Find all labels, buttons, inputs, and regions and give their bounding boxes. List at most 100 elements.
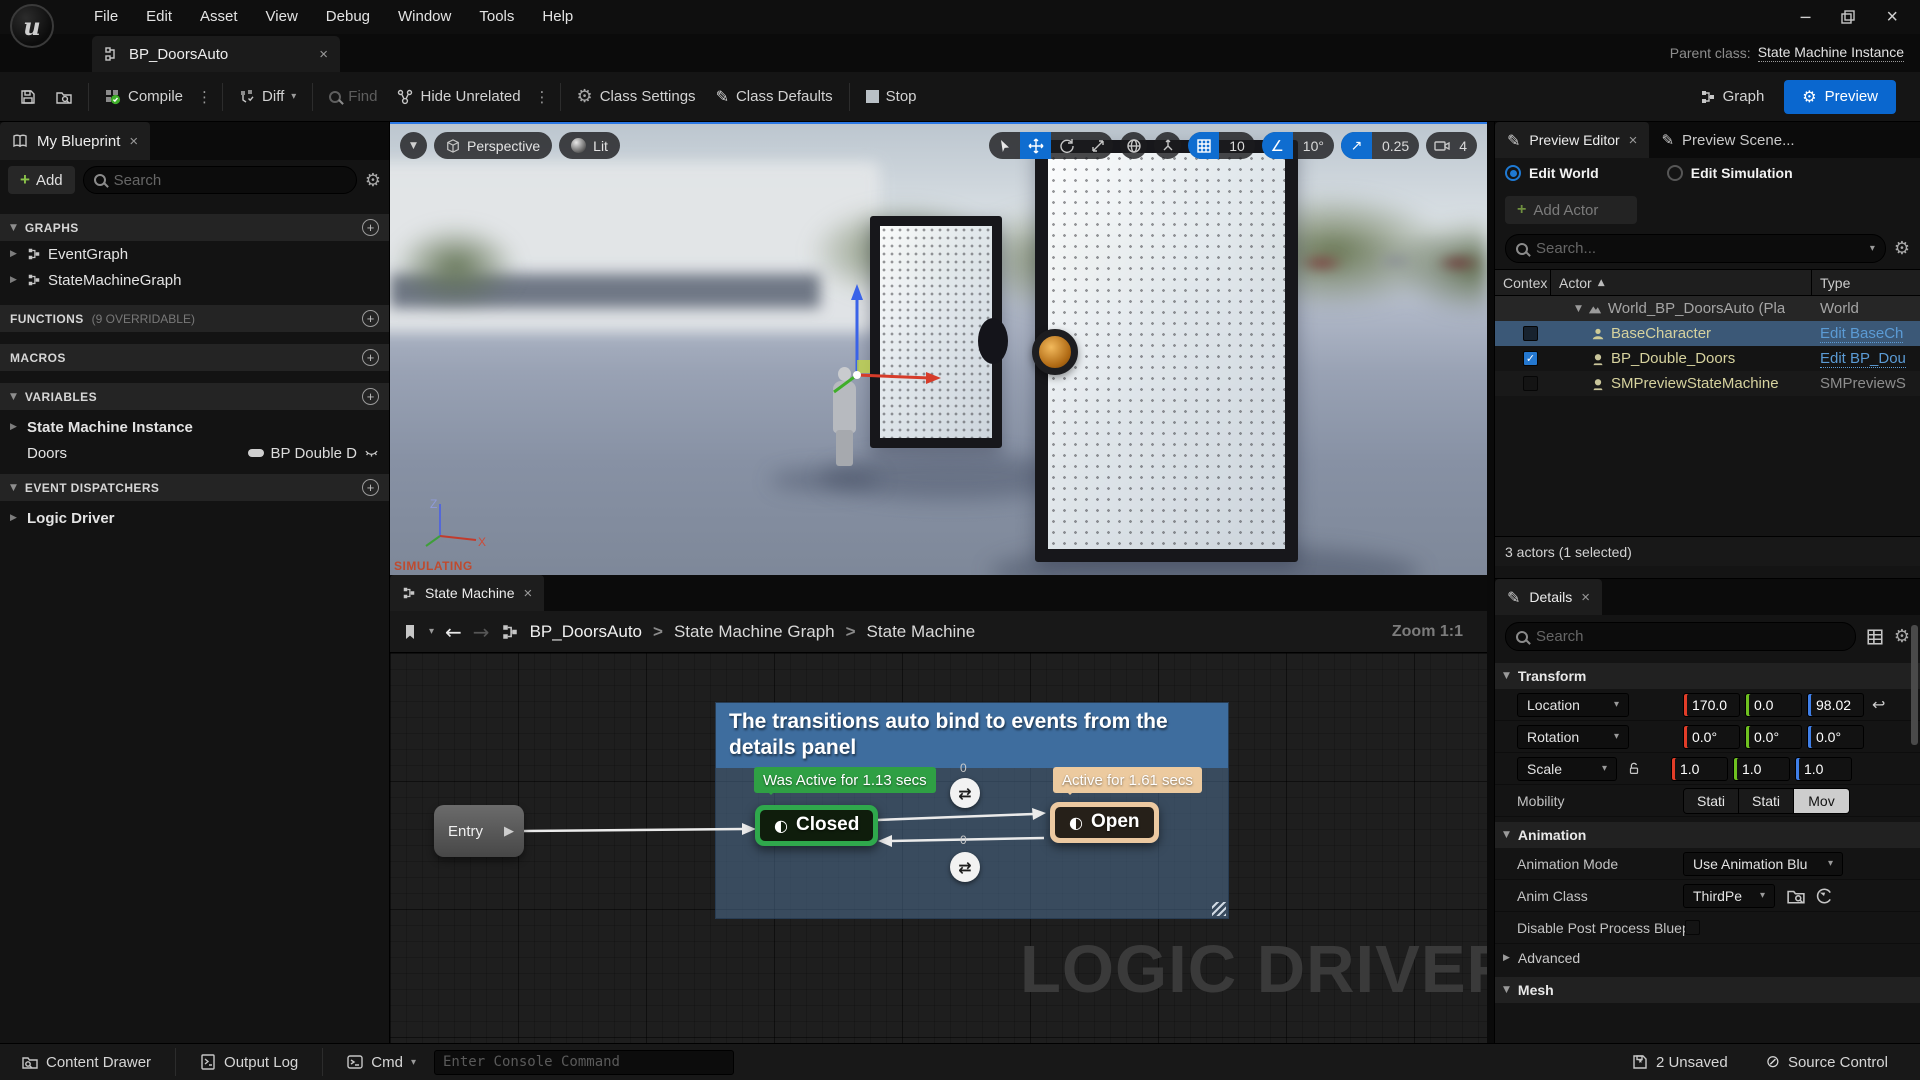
expand-icon[interactable]: ▶ — [10, 422, 20, 432]
add-graph-icon[interactable]: + — [362, 219, 379, 236]
blueprint-search[interactable] — [83, 166, 357, 194]
collapse-icon[interactable]: ▼ — [1503, 671, 1510, 681]
scale-dropdown[interactable]: Scale▾ — [1517, 757, 1617, 781]
details-settings-icon[interactable]: ⚙ — [1894, 626, 1910, 647]
tab-my-blueprint[interactable]: My Blueprint × — [0, 122, 150, 160]
edit-world-radio[interactable] — [1505, 165, 1521, 181]
lit-dropdown[interactable]: Lit — [559, 132, 620, 159]
angle-snap-toggle[interactable]: ∠ — [1262, 132, 1293, 159]
unlock-icon[interactable] — [1627, 761, 1641, 777]
forward-arrow-icon[interactable]: → — [473, 620, 490, 644]
find-button[interactable]: Find — [319, 79, 387, 115]
grid-snap-toggle[interactable] — [1188, 132, 1219, 159]
hide-unrelated-options-icon[interactable]: ⋮ — [531, 88, 554, 106]
menu-help[interactable]: Help — [528, 0, 587, 34]
scale-z-field[interactable]: 1.0 — [1795, 757, 1852, 781]
menu-debug[interactable]: Debug — [312, 0, 384, 34]
blueprint-search-input[interactable] — [114, 172, 346, 189]
item-statemachinegraph[interactable]: ▶ StateMachineGraph — [0, 267, 389, 293]
location-y-field[interactable]: 0.0 — [1745, 693, 1802, 717]
location-x-field[interactable]: 170.0 — [1683, 693, 1740, 717]
animation-mode-dropdown[interactable]: Use Animation Blu▾ — [1683, 852, 1843, 876]
tab-details[interactable]: ✎ Details × — [1495, 579, 1602, 615]
browse-button[interactable] — [46, 79, 82, 115]
column-actor[interactable]: Actor▲ — [1551, 270, 1812, 295]
panel-settings-gear-icon[interactable]: ⚙ — [365, 170, 381, 191]
reset-location-icon[interactable]: ↩ — [1872, 695, 1885, 714]
tab-preview-editor[interactable]: ✎ Preview Editor × — [1495, 122, 1649, 158]
section-animation[interactable]: ▼ Animation — [1495, 822, 1920, 848]
use-selected-asset-icon[interactable] — [1815, 887, 1833, 905]
save-button[interactable] — [10, 79, 46, 115]
column-type[interactable]: Type — [1812, 270, 1920, 295]
surface-snap-toggle[interactable] — [1154, 132, 1181, 159]
context-checkbox[interactable] — [1523, 326, 1538, 341]
details-search[interactable] — [1505, 622, 1856, 651]
graph-canvas[interactable]: The transitions auto bind to events from… — [390, 653, 1487, 1043]
section-mesh[interactable]: ▼ Mesh — [1495, 977, 1920, 1003]
tab-preview-scene[interactable]: ✎ Preview Scene... — [1649, 122, 1806, 158]
restore-icon[interactable] — [1840, 9, 1856, 25]
door-button-orange[interactable] — [1032, 329, 1078, 375]
section-event-dispatchers[interactable]: ▼ EVENT DISPATCHERS + — [0, 474, 389, 501]
breadcrumb-asset[interactable]: BP_DoorsAuto — [530, 622, 642, 642]
details-scrollbar[interactable] — [1911, 625, 1918, 745]
table-row-bp-double-doors[interactable]: ✓ BP_Double_Doors Edit BP_Dou — [1495, 346, 1920, 371]
level-viewport[interactable]: ▼ Perspective Lit 10 — [390, 122, 1487, 575]
minimize-icon[interactable]: ─ — [1801, 8, 1811, 27]
class-defaults-button[interactable]: ✎ Class Defaults — [706, 79, 843, 115]
transition-node-bottom[interactable]: ⇄ — [950, 852, 980, 882]
stop-button[interactable]: Stop — [856, 79, 927, 115]
source-control-button[interactable]: ⊘ Source Control — [1758, 1052, 1896, 1072]
entry-node[interactable]: Entry ▶ — [434, 805, 524, 857]
mobility-static[interactable]: Stati — [1684, 789, 1739, 813]
edit-simulation-radio[interactable] — [1667, 165, 1683, 181]
move-tool[interactable] — [1020, 132, 1051, 159]
menu-window[interactable]: Window — [384, 0, 465, 34]
menu-view[interactable]: View — [252, 0, 312, 34]
perspective-dropdown[interactable]: Perspective — [434, 132, 552, 159]
unsaved-button[interactable]: 2 Unsaved — [1624, 1054, 1736, 1071]
scale-tool[interactable] — [1082, 132, 1113, 159]
collapse-icon[interactable]: ▼ — [1575, 304, 1582, 314]
breadcrumb-graph[interactable]: State Machine Graph — [674, 622, 835, 642]
collapse-icon[interactable]: ▼ — [1503, 985, 1510, 995]
add-button[interactable]: + Add — [8, 166, 75, 194]
eye-closed-icon[interactable] — [364, 445, 379, 461]
close-tab-icon[interactable]: × — [1629, 132, 1638, 149]
location-dropdown[interactable]: Location▾ — [1517, 693, 1629, 717]
table-row-world[interactable]: ▼ World_BP_DoorsAuto (Pla World — [1495, 296, 1920, 321]
exec-pin-icon[interactable]: ▶ — [504, 824, 514, 839]
browse-to-asset-icon[interactable] — [1787, 887, 1805, 905]
compile-button[interactable]: Compile — [95, 79, 193, 115]
graph-mode-button[interactable]: Graph — [1690, 79, 1775, 115]
row-advanced[interactable]: ▶ Advanced — [1495, 944, 1920, 972]
scale-y-field[interactable]: 1.0 — [1733, 757, 1790, 781]
table-row-basecharacter[interactable]: BaseCharacter Edit BaseCh — [1495, 321, 1920, 346]
tab-state-machine[interactable]: State Machine × — [390, 575, 544, 611]
add-dispatcher-icon[interactable]: + — [362, 479, 379, 496]
context-checkbox[interactable]: ✓ — [1523, 351, 1538, 366]
asset-tab-bp-doorsauto[interactable]: BP_DoorsAuto × — [92, 36, 340, 72]
console-command-input[interactable] — [434, 1050, 734, 1075]
close-tab-icon[interactable]: × — [319, 46, 328, 63]
unreal-logo-icon[interactable]: u — [10, 4, 54, 48]
item-eventgraph[interactable]: ▶ EventGraph — [0, 241, 389, 267]
rotate-tool[interactable] — [1051, 132, 1082, 159]
class-settings-button[interactable]: ⚙ Class Settings — [567, 79, 706, 115]
diff-button[interactable]: Diff ▾ — [229, 79, 306, 115]
world-local-toggle[interactable] — [1120, 132, 1147, 159]
bookmark-chevron-icon[interactable]: ▾ — [429, 626, 434, 637]
transform-gizmo[interactable] — [770, 264, 990, 414]
close-tab-icon[interactable]: × — [129, 133, 138, 150]
transition-node-top[interactable]: ⇄ — [950, 778, 980, 808]
section-graphs[interactable]: ▼ GRAPHS + — [0, 214, 389, 241]
menu-edit[interactable]: Edit — [132, 0, 186, 34]
actor-search-input[interactable] — [1536, 240, 1862, 257]
close-tab-icon[interactable]: × — [524, 585, 533, 602]
breadcrumb-current[interactable]: State Machine — [867, 622, 976, 642]
location-z-field[interactable]: 98.02 — [1807, 693, 1864, 717]
select-tool[interactable] — [989, 132, 1020, 159]
item-state-machine-instance[interactable]: ▶ State Machine Instance — [0, 414, 389, 440]
add-actor-button[interactable]: + Add Actor — [1505, 196, 1637, 224]
